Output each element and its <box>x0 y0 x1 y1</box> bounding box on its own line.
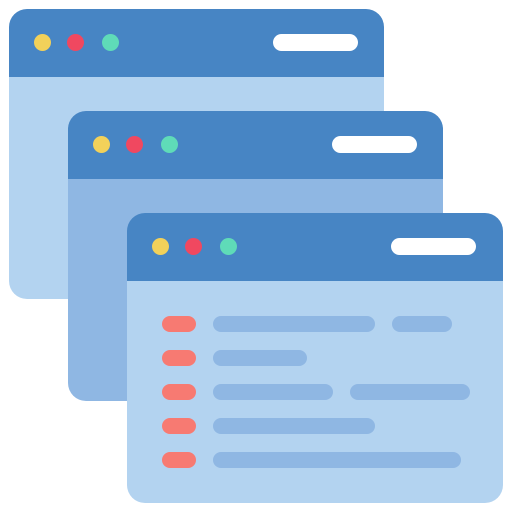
red-dot-icon <box>126 136 143 153</box>
browser-window-front <box>127 213 503 503</box>
yellow-dot-icon <box>152 238 169 255</box>
address-bar <box>391 238 476 255</box>
text-line <box>392 316 452 332</box>
list-bullet-icon <box>162 316 196 332</box>
text-line <box>350 384 470 400</box>
yellow-dot-icon <box>34 34 51 51</box>
list-bullet-icon <box>162 418 196 434</box>
list-bullet-icon <box>162 384 196 400</box>
list-bullet-icon <box>162 452 196 468</box>
teal-dot-icon <box>161 136 178 153</box>
window-body <box>127 281 503 503</box>
yellow-dot-icon <box>93 136 110 153</box>
text-line <box>213 350 307 366</box>
address-bar <box>332 136 417 153</box>
text-line <box>213 384 333 400</box>
window-titlebar <box>127 213 503 281</box>
teal-dot-icon <box>220 238 237 255</box>
window-titlebar <box>9 9 384 77</box>
text-line <box>213 418 375 434</box>
text-line <box>213 452 461 468</box>
stacked-browser-windows-illustration <box>0 0 512 512</box>
red-dot-icon <box>67 34 84 51</box>
red-dot-icon <box>185 238 202 255</box>
window-titlebar <box>68 111 443 179</box>
text-line <box>213 316 375 332</box>
teal-dot-icon <box>102 34 119 51</box>
list-bullet-icon <box>162 350 196 366</box>
address-bar <box>273 34 358 51</box>
